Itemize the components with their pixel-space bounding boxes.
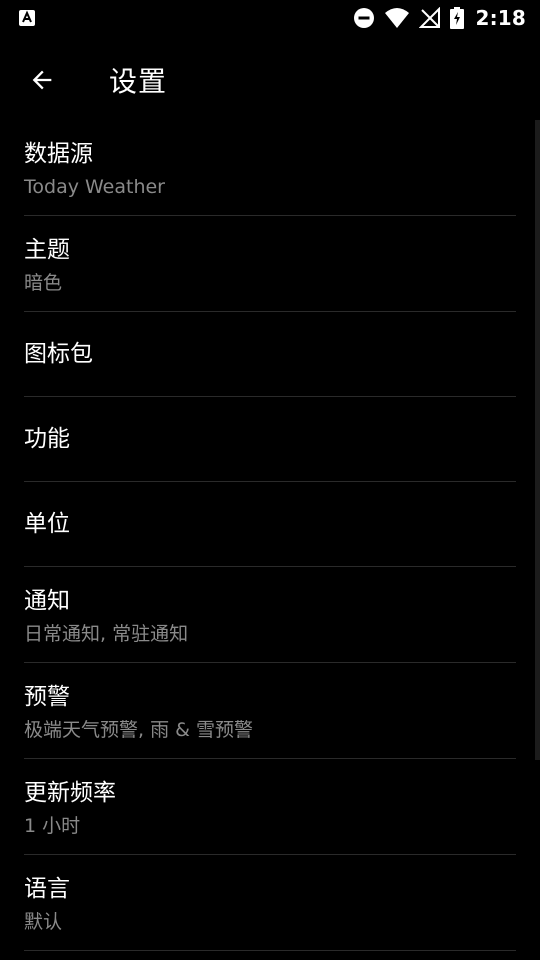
setting-item-alerts[interactable]: 预警 极端天气预警, 雨 & 雪预警 [24, 663, 516, 759]
setting-title: 通知 [24, 587, 70, 614]
arrow-back-icon [28, 66, 56, 94]
setting-title: 数据源 [24, 140, 93, 167]
setting-item-update-frequency[interactable]: 更新频率 1 小时 [24, 759, 516, 855]
setting-summary: 暗色 [24, 271, 63, 294]
setting-summary: Today Weather [24, 175, 165, 198]
app-notification-icon [18, 9, 36, 27]
setting-title: 主题 [24, 236, 70, 263]
setting-title: 预警 [24, 683, 70, 710]
no-signal-icon [419, 7, 441, 29]
status-right: 2:18 [353, 6, 526, 30]
setting-summary: 默认 [24, 910, 63, 933]
scrollbar[interactable] [535, 120, 540, 760]
status-left [18, 9, 36, 27]
setting-item-language[interactable]: 语言 默认 [24, 855, 516, 951]
wifi-icon [384, 7, 410, 29]
status-bar: 2:18 [0, 0, 540, 36]
battery-charging-icon [450, 7, 465, 29]
settings-list: 数据源 Today Weather 主题 暗色 图标包 功能 单位 通知 日常通… [0, 120, 540, 951]
do-not-disturb-icon [353, 7, 375, 29]
setting-summary: 日常通知, 常驻通知 [24, 622, 189, 645]
setting-item-icon-pack[interactable]: 图标包 [24, 312, 516, 397]
page-title: 设置 [109, 65, 168, 98]
setting-item-features[interactable]: 功能 [24, 397, 516, 482]
setting-title: 语言 [24, 875, 70, 902]
setting-title: 单位 [24, 511, 70, 537]
back-button[interactable] [16, 54, 68, 106]
setting-item-data-source[interactable]: 数据源 Today Weather [24, 120, 516, 216]
status-time: 2:18 [475, 6, 526, 30]
setting-title: 更新频率 [24, 779, 116, 806]
setting-item-theme[interactable]: 主题 暗色 [24, 216, 516, 312]
setting-title: 图标包 [24, 341, 93, 367]
setting-item-notifications[interactable]: 通知 日常通知, 常驻通知 [24, 567, 516, 663]
settings-screen: 2:18 设置 数据源 Today Weather 主题 暗色 图标包 功能 单… [0, 0, 540, 960]
setting-summary: 1 小时 [24, 814, 81, 837]
toolbar: 设置 [0, 44, 540, 116]
setting-item-units[interactable]: 单位 [24, 482, 516, 567]
setting-summary: 极端天气预警, 雨 & 雪预警 [24, 718, 253, 741]
setting-title: 功能 [24, 426, 70, 452]
